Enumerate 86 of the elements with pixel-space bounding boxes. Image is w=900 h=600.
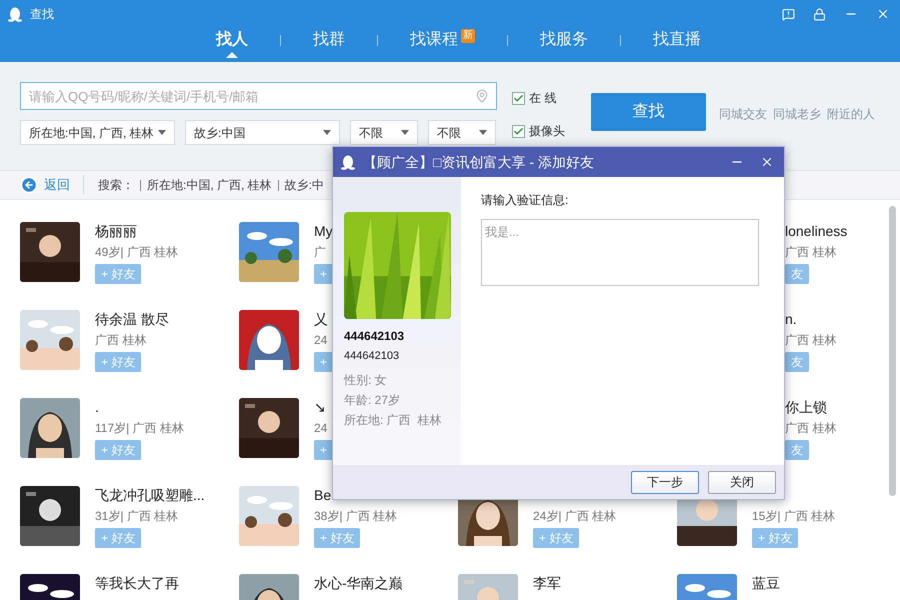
- contact-name: 你上锁: [785, 398, 827, 416]
- caret-icon: [158, 130, 166, 135]
- add-friend-button[interactable]: 友: [785, 264, 809, 284]
- contact-name: .: [95, 398, 99, 416]
- profile-detail: 所在地: 广西 桂林: [344, 412, 442, 428]
- contact-name: 杨丽丽: [95, 222, 137, 240]
- add-friend-button[interactable]: + 好友: [95, 264, 142, 284]
- search-label: 搜索：: [98, 177, 134, 194]
- new-badge: 新: [461, 29, 475, 43]
- penguin-icon: [8, 6, 22, 22]
- contact-name: 飞龙冲孔吸塑雕...: [95, 486, 205, 504]
- add-friend-button[interactable]: +: [314, 264, 334, 284]
- caret-icon: [401, 130, 409, 135]
- checkbox[interactable]: [512, 92, 525, 104]
- contact-name: My: [314, 222, 333, 240]
- quick-link[interactable]: 同城老乡: [773, 105, 821, 170]
- contact-info: 49岁| 广西 桂林: [95, 244, 178, 260]
- contact-name: 等我长大了再: [95, 574, 179, 592]
- search-criterion: 故乡:中: [284, 177, 324, 194]
- back-icon: [20, 176, 38, 194]
- quick-link[interactable]: 附近的人: [827, 105, 875, 170]
- scrollbar[interactable]: [889, 206, 896, 496]
- add-friend-button[interactable]: +: [314, 440, 334, 460]
- contact-name: 待余温 散尽: [95, 310, 169, 328]
- add-friend-button[interactable]: + 好友: [95, 352, 142, 372]
- contact-info: 广西 桂林: [95, 332, 146, 348]
- verification-prompt: 请输入验证信息:: [481, 193, 568, 207]
- contact-info: 广西 桂林: [785, 244, 836, 260]
- contact-info: 广西 桂林: [785, 332, 836, 348]
- contact-info: 广: [314, 244, 326, 260]
- dialog-button[interactable]: 下一步: [631, 470, 699, 494]
- search-button[interactable]: 查找: [591, 93, 706, 131]
- contact-name: 李军: [533, 574, 561, 592]
- contact-info: 31岁| 广西 桂林: [95, 508, 178, 524]
- tab[interactable]: 找直播: [653, 28, 701, 52]
- add-friend-button[interactable]: + 好友: [95, 528, 142, 548]
- profile-detail: 性别: 女: [344, 372, 388, 388]
- contact-name: ↘: [314, 398, 326, 416]
- filter-dropdown[interactable]: 不限: [428, 120, 496, 145]
- back-button[interactable]: 返回: [20, 175, 70, 195]
- caret-icon: [323, 130, 331, 135]
- add-friend-button[interactable]: + 好友: [752, 528, 798, 548]
- contact-info: 24: [314, 420, 328, 436]
- caret-icon: [479, 130, 487, 135]
- dialog-title: 【顾广全】□资讯创富大享 - 添加好友: [363, 152, 594, 172]
- add-friend-button[interactable]: + 好友: [314, 528, 360, 548]
- contact-name: 乂: [314, 310, 328, 328]
- add-friend-button[interactable]: 友: [785, 440, 809, 460]
- contact-name: loneliness: [785, 222, 848, 240]
- profile-detail: 年龄: 27岁: [344, 392, 402, 408]
- contact-info: 24: [314, 332, 328, 348]
- option-label: 在 线: [529, 90, 556, 107]
- search-criterion: 所在地:中国, 广西, 桂林: [147, 177, 272, 194]
- add-friend-button[interactable]: 友: [785, 352, 809, 372]
- feedback-icon[interactable]: [782, 8, 795, 20]
- lock-icon[interactable]: [813, 8, 826, 20]
- contact-name: 蓝豆: [752, 574, 780, 592]
- contact-info: 117岁| 广西 桂林: [95, 420, 184, 436]
- tab[interactable]: 找服务: [540, 28, 588, 52]
- dialog-button[interactable]: 关闭: [708, 470, 776, 494]
- close-icon[interactable]: [760, 155, 774, 169]
- add-friend-button[interactable]: + 好友: [95, 440, 142, 460]
- verification-field[interactable]: 我是...: [481, 219, 759, 286]
- tab[interactable]: 找课程 新: [410, 28, 475, 52]
- window-title: 查找: [30, 6, 54, 23]
- checkbox[interactable]: [512, 124, 525, 138]
- profile-number: 444642103: [344, 349, 400, 364]
- profile-name: 444642103: [344, 328, 406, 345]
- contact-name: 水心-华南之巅: [314, 574, 403, 592]
- filter-dropdown[interactable]: 不限: [350, 120, 418, 145]
- close-icon[interactable]: [876, 7, 890, 21]
- location-icon[interactable]: [475, 89, 489, 103]
- contact-info: 15岁| 广西 桂林: [752, 508, 836, 524]
- tab[interactable]: 找群: [313, 28, 345, 52]
- contact-name: n.: [785, 310, 797, 328]
- filter-dropdown[interactable]: 故乡:中国: [185, 120, 340, 145]
- search-field[interactable]: 请输入QQ号码/昵称/关键词/手机号/邮箱: [20, 82, 497, 110]
- filter-dropdown[interactable]: 所在地:中国, 广西, 桂林: [20, 120, 175, 145]
- penguin-icon: [341, 154, 355, 170]
- contact-info: 24岁| 广西 桂林: [533, 508, 616, 524]
- option-label: 摄像头: [529, 123, 565, 140]
- contact-info: 38岁| 广西 桂林: [314, 508, 398, 524]
- contact-name: Be: [314, 486, 332, 504]
- add-friend-button[interactable]: + 好友: [533, 528, 580, 548]
- add-friend-button[interactable]: +: [314, 352, 334, 372]
- contact-info: 广西 桂林: [785, 420, 836, 436]
